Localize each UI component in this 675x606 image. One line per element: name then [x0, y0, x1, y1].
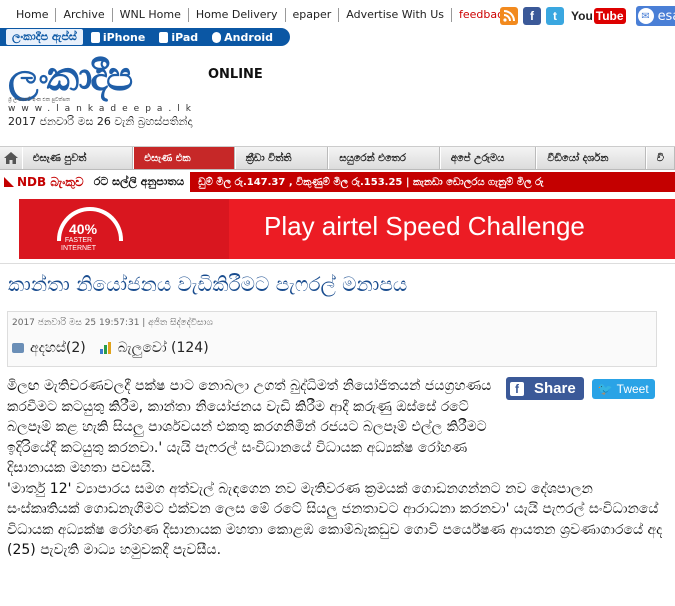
tab-sports[interactable]: ක්‍රීඩා විත්ති — [234, 147, 329, 169]
top-navigation: Home Archive WNL Home Home Delivery epap… — [0, 0, 675, 30]
top-links: Home Archive WNL Home Home Delivery epap… — [10, 8, 517, 22]
twitter-icon[interactable]: t — [546, 7, 564, 25]
banner-faster: FASTER — [64, 237, 93, 244]
article-meta-box: 2017 ජනවාරි මස 25 19:57:31 | අජිත සිද්දේ… — [7, 311, 657, 367]
article-meta-line: 2017 ජනවාරි මස 25 19:57:31 | අජිත සිද්දේ… — [12, 318, 213, 328]
app-ipad[interactable]: iPad — [159, 31, 198, 44]
phone-icon — [90, 31, 100, 43]
ticker-label: රට සල්ලි අනුපාතය — [87, 172, 191, 192]
logo-online: ONLINE — [208, 67, 263, 82]
tab-overseas[interactable]: සයුරෙන් එතෙර — [328, 147, 440, 169]
ndb-label: NDB බැංකුව — [17, 174, 84, 189]
article-paragraph-1: මිලඟ මැතිවරණවලදී පක්ෂ පාට නොබලා උගත් බුද… — [7, 378, 492, 476]
apps-label: ලංකාදීප ඇප්ස් — [6, 29, 83, 45]
views-count: බැලුවෝ (124) — [117, 340, 209, 356]
esa-label: esa — [657, 8, 675, 24]
app-iphone[interactable]: iPhone — [90, 30, 146, 44]
link-wnl-home[interactable]: WNL Home — [113, 8, 189, 22]
currency-ticker: NDB බැංකුව රට සල්ලි අනුපාතය ඩුම් මිල රු.… — [0, 172, 675, 192]
tab-video[interactable]: වීඩියෝ දර්ශන — [536, 147, 646, 169]
ndb-triangle-icon — [4, 177, 14, 187]
article-stats: අදහස්(2) බැලුවෝ (124) — [12, 340, 209, 356]
tab-more[interactable]: වි — [645, 147, 675, 169]
app-ipad-label: iPad — [171, 30, 199, 44]
logo-url: www.lankadeepa.lk — [8, 104, 197, 114]
home-icon[interactable] — [0, 152, 22, 164]
youtube-tube-text: Tube — [593, 8, 626, 24]
banner-percent: 40% — [69, 221, 98, 237]
article-body: මිලඟ මැතිවරණවලදී පක්ෂ පාට නොබලා උගත් බුද… — [7, 376, 667, 561]
bar-chart-icon — [99, 342, 112, 354]
link-advertise[interactable]: Advertise With Us — [339, 8, 453, 22]
tab-esana-puwath[interactable]: එසැණ පුවත් — [21, 147, 134, 169]
social-links: f t You Tube ✉ esa — [500, 6, 675, 26]
android-icon — [212, 31, 222, 43]
facebook-icon[interactable]: f — [523, 7, 541, 25]
banner-internet: INTERNET — [61, 245, 96, 252]
airtel-banner-ad[interactable]: 40% FASTER INTERNET Play airtel Speed Cha… — [19, 199, 675, 259]
main-navigation: එසැණ පුවත් එසැණ එක ක්‍රීඩා විත්ති සයුරෙන… — [0, 146, 675, 170]
article-headline: කාන්තා නියෝජනය වැඩිකිරීමට පැෆරල් මනාපය — [8, 272, 408, 296]
apps-bar: ලංකාදීප ඇප්ස් iPhone iPad Android — [0, 28, 290, 46]
link-home[interactable]: Home — [10, 8, 57, 22]
site-logo[interactable]: ලංකාදීප ONLINE ශ්‍රී ලංකාවේ අංක එක පුවත්… — [8, 55, 270, 115]
comments-link[interactable]: අදහස්(2) — [30, 340, 86, 356]
banner-faster-internet: FASTER INTERNET — [61, 237, 96, 253]
tab-heritage[interactable]: අපේ උරුමය — [439, 147, 537, 169]
tablet-icon — [159, 31, 169, 43]
article-paragraph-2: 'මාර්තු 12' ව්‍යාපාරය සමග අත්වැල් බැඳගෙන… — [7, 480, 663, 559]
ticker-rates: ඩුම් මිල රු.147.37 , විකුණුම් මිල රු.153… — [198, 176, 544, 188]
logo-text: ලංකාදීප — [8, 54, 133, 100]
link-archive[interactable]: Archive — [56, 8, 113, 22]
banner-left-panel — [19, 199, 229, 259]
logo-tagline: ශ්‍රී ලංකාවේ අංක එක පුවත්පත — [8, 97, 71, 103]
date-line: 2017 ජනවාරි මස 26 වැනි බ්‍රහස්පතින්දා — [8, 115, 193, 128]
tab-esana-eka[interactable]: එසැණ එක — [133, 147, 235, 169]
rss-icon[interactable] — [500, 7, 518, 25]
comment-icon — [12, 343, 24, 353]
mail-icon: ✉ — [637, 8, 654, 24]
esa-mail-button[interactable]: ✉ esa — [635, 6, 675, 26]
app-iphone-label: iPhone — [102, 30, 146, 44]
banner-headline: Play airtel Speed Challenge — [264, 211, 585, 241]
link-home-delivery[interactable]: Home Delivery — [189, 8, 286, 22]
youtube-left-text: You — [571, 9, 593, 23]
ndb-logo: NDB බැංකුව — [0, 172, 88, 192]
youtube-icon[interactable]: You Tube — [571, 8, 626, 24]
link-epaper[interactable]: epaper — [286, 8, 340, 22]
app-android[interactable]: Android — [212, 31, 273, 44]
app-android-label: Android — [224, 30, 274, 44]
divider — [0, 263, 675, 264]
